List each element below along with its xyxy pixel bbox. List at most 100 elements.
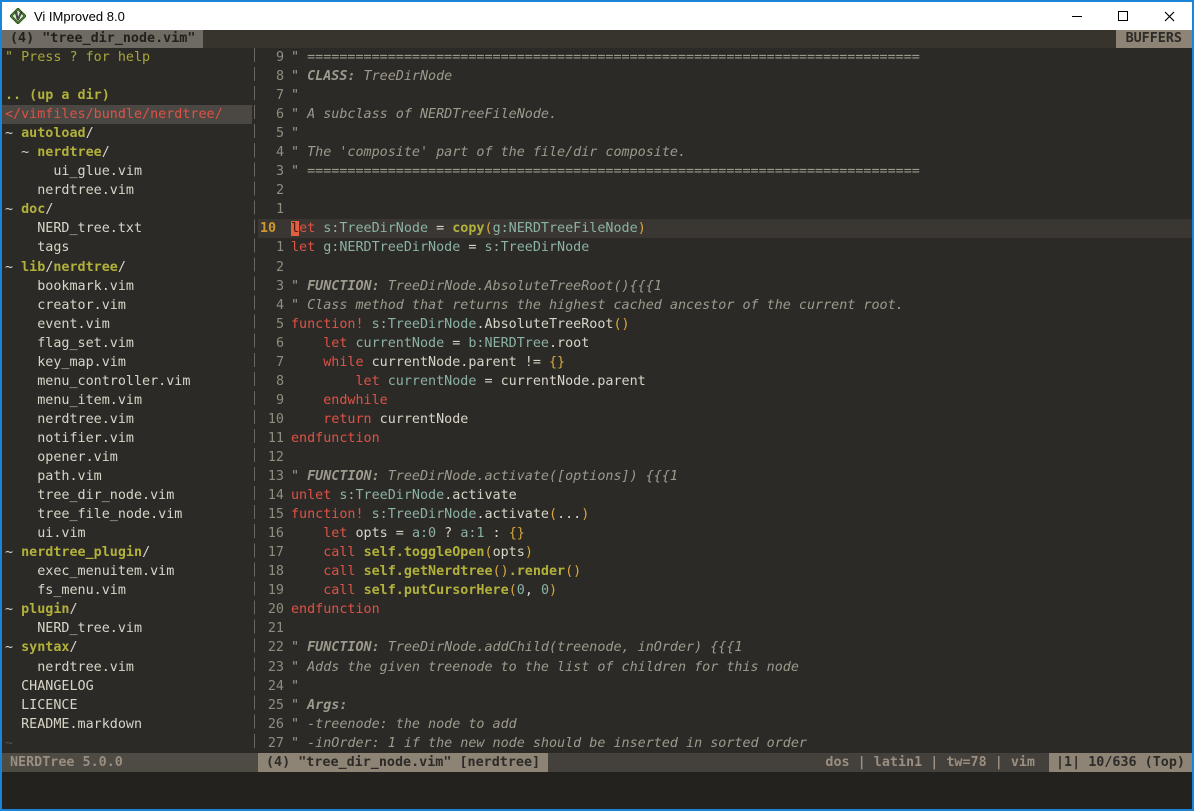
code-line[interactable]: 7" [258, 86, 1192, 105]
code-line[interactable]: 6" A subclass of NERDTreeFileNode. [258, 105, 1192, 124]
token: ~ [5, 736, 13, 751]
buffers-tab[interactable]: BUFFERS [1116, 30, 1192, 48]
tree-item[interactable]: README.markdown [2, 715, 252, 734]
code-line[interactable]: 8 let currentNode = currentNode.parent [258, 372, 1192, 391]
code-line[interactable]: 5function! s:TreeDirNode.AbsoluteTreeRoo… [258, 315, 1192, 334]
tree-item[interactable]: bookmark.vim [2, 277, 252, 296]
minimize-button[interactable] [1054, 2, 1100, 30]
code-line-current[interactable]: 10let s:TreeDirNode = copy(g:NERDTreeFil… [258, 219, 1192, 238]
tree-item-selected[interactable]: </vimfiles/bundle/nerdtree/ [2, 105, 252, 124]
tree-item[interactable]: menu_controller.vim [2, 372, 252, 391]
token: ) [638, 221, 646, 236]
tree-item[interactable]: nerdtree.vim [2, 181, 252, 200]
code-line[interactable]: 10 return currentNode [258, 410, 1192, 429]
code-line[interactable]: 24" [258, 677, 1192, 696]
tree-item[interactable]: creator.vim [2, 296, 252, 315]
code-line[interactable]: 11endfunction [258, 429, 1192, 448]
tree-item[interactable]: ~ nerdtree_plugin/ [2, 543, 252, 562]
tree-item[interactable]: nerdtree.vim [2, 410, 252, 429]
token: FUNCTION: [307, 279, 380, 294]
code-line[interactable]: 22" FUNCTION: TreeDirNode.addChild(treen… [258, 638, 1192, 657]
token: " [291, 88, 299, 103]
line-number: 22 [258, 638, 291, 657]
close-button[interactable] [1146, 2, 1192, 30]
tree-item[interactable]: key_map.vim [2, 353, 252, 372]
code-line[interactable]: 4" Class method that returns the highest… [258, 296, 1192, 315]
command-line-area[interactable] [2, 772, 1192, 809]
code-line[interactable]: 16 let opts = a:0 ? a:1 : {} [258, 524, 1192, 543]
token: CHANGELOG [5, 679, 94, 694]
token: notifier.vim [5, 431, 134, 446]
tree-item[interactable]: event.vim [2, 315, 252, 334]
tree-item[interactable]: notifier.vim [2, 429, 252, 448]
token: self.getNerdtree [364, 564, 493, 579]
tree-item[interactable]: exec_menuitem.vim [2, 562, 252, 581]
tree-item[interactable]: NERD_tree.txt [2, 219, 252, 238]
token [291, 545, 323, 560]
line-number: 3 [258, 162, 291, 181]
tree-item[interactable]: NERD_tree.vim [2, 619, 252, 638]
code-line[interactable]: 21 [258, 619, 1192, 638]
tree-item[interactable]: ~ syntax/ [2, 638, 252, 657]
tree-item[interactable]: ~ lib/nerdtree/ [2, 258, 252, 277]
code-line[interactable]: 27" -inOrder: 1 if the new node should b… [258, 734, 1192, 753]
code-line[interactable]: 1 [258, 200, 1192, 219]
tree-item[interactable]: tree_file_node.vim [2, 505, 252, 524]
tab-tree-dir-node[interactable]: (4) "tree_dir_node.vim" [2, 30, 203, 48]
token: b:NERDTree [468, 336, 549, 351]
code-line[interactable]: 9" =====================================… [258, 48, 1192, 67]
tree-item[interactable] [2, 67, 252, 86]
code-line[interactable]: 13" FUNCTION: TreeDirNode.activate([opti… [258, 467, 1192, 486]
token: : [485, 526, 509, 541]
token: function! [291, 317, 364, 332]
code-line[interactable]: 2 [258, 181, 1192, 200]
tree-item[interactable]: .. (up a dir) [2, 86, 252, 105]
tree-item[interactable]: path.vim [2, 467, 252, 486]
code-line[interactable]: 18 call self.getNerdtree().render() [258, 562, 1192, 581]
tree-item[interactable]: LICENCE [2, 696, 252, 715]
tree-item[interactable]: nerdtree.vim [2, 658, 252, 677]
code-line[interactable]: 12 [258, 448, 1192, 467]
code-line[interactable]: 2 [258, 258, 1192, 277]
code-line[interactable]: 23" Adds the given treenode to the list … [258, 658, 1192, 677]
token: " Adds the given treenode to the list of… [291, 660, 799, 675]
tree-item[interactable]: ~ nerdtree/ [2, 143, 252, 162]
tree-item[interactable]: CHANGELOG [2, 677, 252, 696]
tree-item[interactable]: ~ [2, 734, 252, 753]
maximize-button[interactable] [1100, 2, 1146, 30]
code-line[interactable]: 5" [258, 124, 1192, 143]
code-line[interactable]: 26" -treenode: the node to add [258, 715, 1192, 734]
code-text: " The 'composite' part of the file/dir c… [291, 143, 1192, 162]
tree-item[interactable]: ~ doc/ [2, 200, 252, 219]
tree-item[interactable]: ~ plugin/ [2, 600, 252, 619]
code-line[interactable]: 3" FUNCTION: TreeDirNode.AbsoluteTreeRoo… [258, 277, 1192, 296]
code-line[interactable]: 20endfunction [258, 600, 1192, 619]
tree-item[interactable]: ui.vim [2, 524, 252, 543]
code-line[interactable]: 9 endwhile [258, 391, 1192, 410]
code-line[interactable]: 15function! s:TreeDirNode.activate(...) [258, 505, 1192, 524]
tree-item[interactable]: ui_glue.vim [2, 162, 252, 181]
vertical-split-handle[interactable] [252, 48, 258, 753]
code-line[interactable]: 1let g:NERDTreeDirNode = s:TreeDirNode [258, 238, 1192, 257]
line-number: 14 [258, 486, 291, 505]
token: " Press ? for help [5, 50, 150, 65]
code-line[interactable]: 14unlet s:TreeDirNode.activate [258, 486, 1192, 505]
close-icon [1164, 11, 1175, 22]
token: {} [509, 526, 525, 541]
tree-item[interactable]: ~ autoload/ [2, 124, 252, 143]
tree-item[interactable]: flag_set.vim [2, 334, 252, 353]
tree-item[interactable]: opener.vim [2, 448, 252, 467]
code-line[interactable]: 25" Args: [258, 696, 1192, 715]
tree-item[interactable]: menu_item.vim [2, 391, 252, 410]
tree-item[interactable]: tags [2, 238, 252, 257]
tree-item[interactable]: " Press ? for help [2, 48, 252, 67]
code-line[interactable]: 3" =====================================… [258, 162, 1192, 181]
tree-item[interactable]: tree_dir_node.vim [2, 486, 252, 505]
code-line[interactable]: 8" CLASS: TreeDirNode [258, 67, 1192, 86]
code-line[interactable]: 17 call self.toggleOpen(opts) [258, 543, 1192, 562]
tree-item[interactable]: fs_menu.vim [2, 581, 252, 600]
code-line[interactable]: 7 while currentNode.parent != {} [258, 353, 1192, 372]
code-line[interactable]: 4" The 'composite' part of the file/dir … [258, 143, 1192, 162]
code-line[interactable]: 6 let currentNode = b:NERDTree.root [258, 334, 1192, 353]
code-line[interactable]: 19 call self.putCursorHere(0, 0) [258, 581, 1192, 600]
